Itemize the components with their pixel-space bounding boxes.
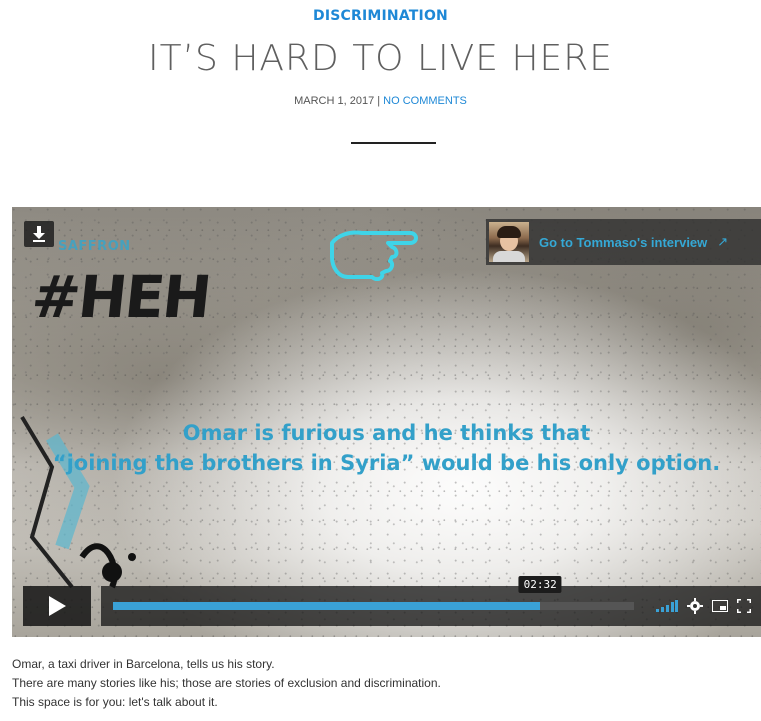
current-time: 02:32 (518, 576, 562, 593)
interview-thumbnail (489, 222, 529, 262)
body-paragraph-1: Omar, a taxi driver in Barcelona, tells … (12, 657, 275, 671)
video-caption: Omar is furious and he thinks that “join… (12, 418, 761, 478)
download-button[interactable] (24, 221, 54, 247)
body-paragraph-3: This space is for you: let's talk about … (12, 695, 218, 709)
meta-separator: | (374, 95, 384, 107)
progress-bar[interactable]: 02:32 (101, 576, 646, 626)
player-right-controls (646, 586, 761, 626)
settings-button[interactable] (687, 598, 704, 614)
caption-line-1: Omar is furious and he thinks that (182, 421, 591, 445)
download-icon (33, 226, 45, 242)
post-date: MARCH 1, 2017 (294, 95, 375, 107)
category-link[interactable]: DISCRIMINATION (313, 8, 448, 24)
post-meta: MARCH 1, 2017 | NO COMMENTS (0, 95, 761, 107)
page-title: IT’S HARD TO LIVE HERE (147, 38, 614, 79)
pip-icon (711, 600, 728, 612)
comments-link[interactable]: NO COMMENTS (383, 95, 467, 107)
play-button[interactable] (23, 586, 91, 626)
fullscreen-button[interactable] (736, 599, 751, 613)
body-paragraph-2: There are many stories like his; those a… (12, 676, 441, 690)
pointing-hand-icon (330, 230, 418, 281)
brand-watermark: SAFFRON (58, 239, 131, 254)
progress-fill (113, 602, 541, 610)
volume-icon (656, 600, 679, 612)
interview-link[interactable]: Go to Tommaso's interview ↗ (486, 219, 761, 265)
external-arrow-icon: ↗ (717, 234, 729, 249)
volume-button[interactable] (656, 600, 679, 612)
post-category: DISCRIMINATION (0, 8, 761, 24)
title-divider (351, 142, 436, 144)
caption-line-2: “joining the brothers in Syria” would be… (52, 451, 721, 475)
post-body: Omar, a taxi driver in Barcelona, tells … (12, 655, 752, 712)
pip-button[interactable] (711, 600, 728, 612)
settings-icon (687, 598, 704, 614)
graffiti-tag: #HEH (28, 263, 213, 331)
progress-track (113, 602, 634, 610)
video-player[interactable]: SAFFRON #HEH Go to Tommaso's interview ↗… (12, 207, 761, 637)
fullscreen-icon (736, 599, 751, 613)
interview-label: Go to Tommaso's interview (539, 234, 708, 250)
player-controls: 02:32 (23, 576, 761, 626)
play-icon (49, 596, 66, 616)
